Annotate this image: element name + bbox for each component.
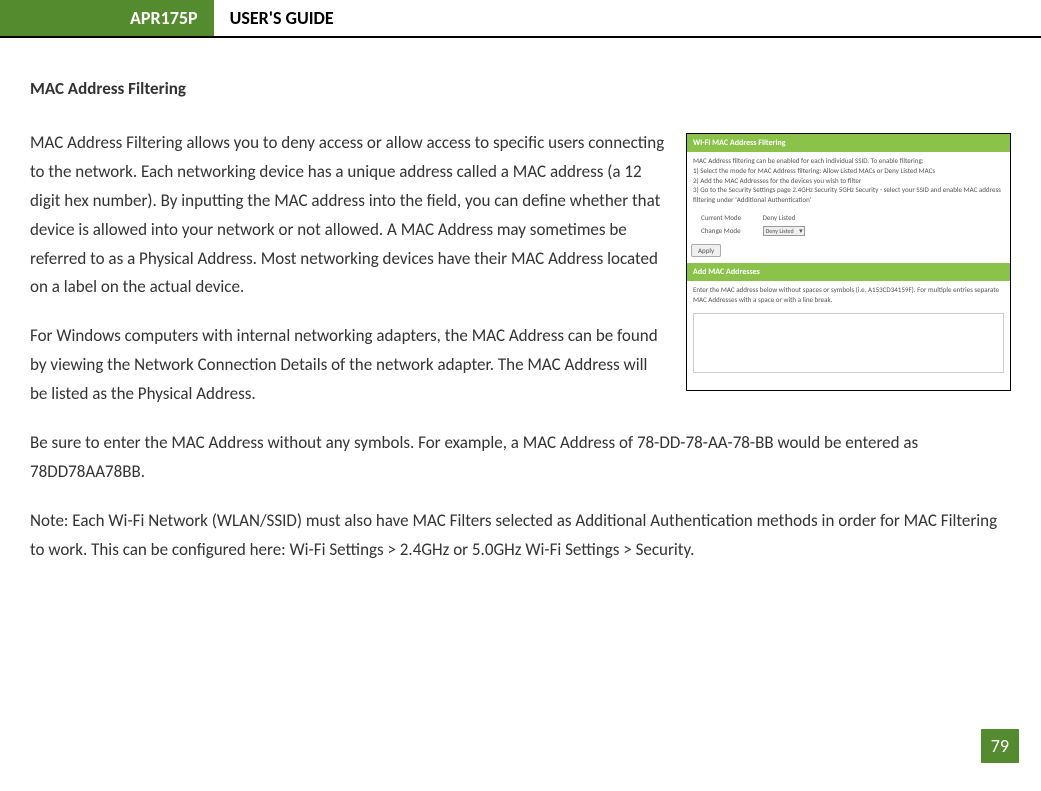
screenshot-panel-title-1: Wi-Fi MAC Address Filtering (687, 134, 1010, 152)
screenshot-current-mode-row: Current Mode Deny Listed (701, 213, 1010, 222)
screenshot-change-mode-row: Change Mode Deny Listed (701, 226, 1010, 236)
apply-button[interactable]: Apply (691, 244, 721, 257)
page-number: 79 (981, 729, 1019, 763)
model-badge: APR175P (0, 0, 214, 36)
page-content: MAC Address Filtering Wi-Fi MAC Address … (0, 38, 1041, 605)
section-heading: MAC Address Filtering (30, 78, 1011, 99)
current-mode-label: Current Mode (701, 213, 761, 222)
screenshot-add-text: Enter the MAC address below without spac… (687, 281, 1010, 309)
change-mode-label: Change Mode (701, 226, 761, 235)
screenshot-step1: 1) Select the mode for MAC Address filte… (693, 166, 1004, 176)
screenshot-step3: 3) Go to the Security Settings page 2.4G… (693, 185, 1004, 205)
paragraph-4: Note: Each Wi-Fi Network (WLAN/SSID) mus… (30, 507, 1011, 565)
document-title: USER'S GUIDE (214, 0, 350, 36)
screenshot-step2: 2) Add the MAC Addresses for the devices… (693, 176, 1004, 186)
current-mode-value: Deny Listed (763, 213, 796, 222)
paragraph-3: Be sure to enter the MAC Address without… (30, 429, 1011, 487)
screenshot-panel-title-2: Add MAC Addresses (687, 263, 1010, 281)
mac-address-textarea[interactable] (693, 313, 1004, 373)
screenshot-intro: MAC Address filtering can be enabled for… (693, 156, 1004, 166)
change-mode-select[interactable]: Deny Listed (763, 226, 805, 236)
embedded-screenshot: Wi-Fi MAC Address Filtering MAC Address … (686, 133, 1011, 391)
screenshot-intro-text: MAC Address filtering can be enabled for… (687, 152, 1010, 209)
document-header: APR175P USER'S GUIDE (0, 0, 1041, 38)
